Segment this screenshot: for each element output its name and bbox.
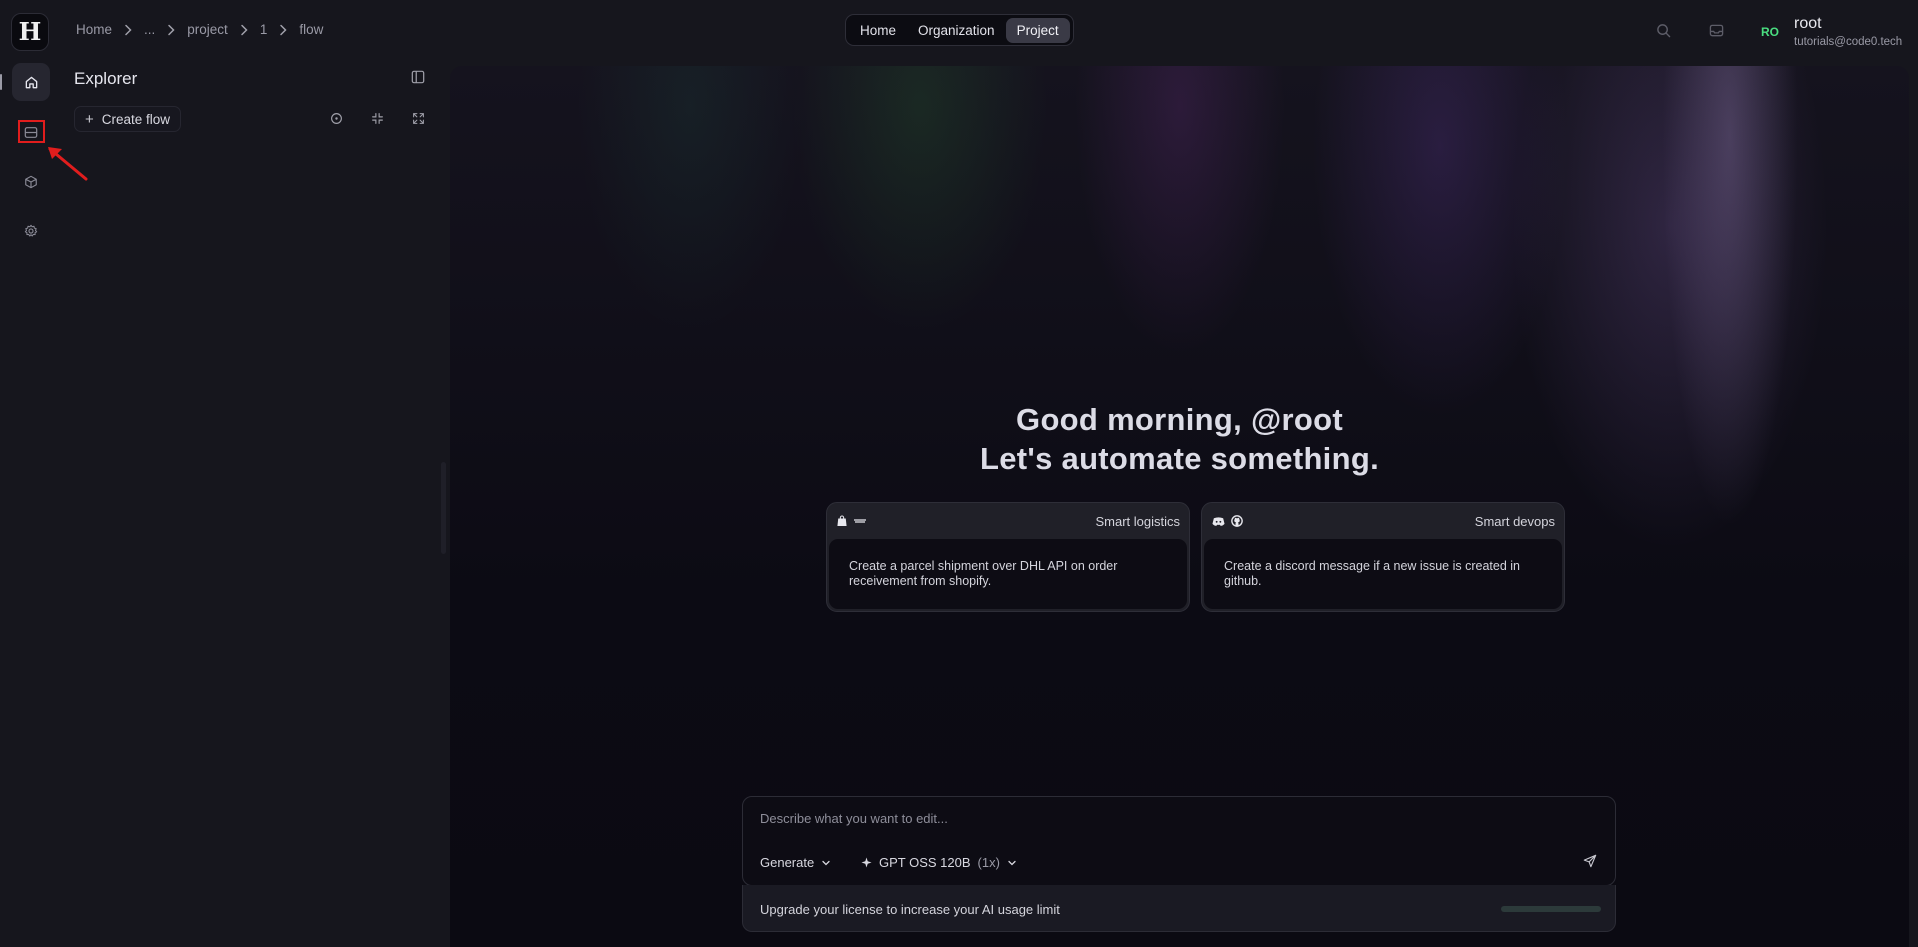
cube-icon (24, 175, 38, 189)
suggestion-card-logistics[interactable]: Smart logistics Create a parcel shipment… (826, 502, 1190, 612)
tab-project[interactable]: Project (1005, 17, 1070, 43)
expand-all-icon[interactable] (410, 110, 426, 126)
chevron-right-icon (157, 24, 185, 36)
user-name: root (1794, 15, 1822, 32)
search-icon[interactable] (1654, 21, 1672, 39)
active-rail-indicator (0, 74, 2, 90)
model-name: GPT OSS 120B (879, 855, 971, 870)
plus-icon: + (85, 110, 94, 128)
ai-prompt-box: Generate GPT OSS 120B (1x) (742, 796, 1616, 886)
card-label: Smart logistics (1095, 513, 1180, 529)
card-label: Smart devops (1474, 513, 1555, 529)
main-area: Good morning, @root Let's automate somet… (450, 66, 1909, 947)
tab-home[interactable]: Home (849, 18, 907, 43)
avatar[interactable]: RO (1757, 19, 1783, 45)
prompt-input[interactable] (760, 811, 1560, 826)
breadcrumb-ellipsis[interactable]: ... (142, 22, 157, 37)
suggestion-card-devops[interactable]: Smart devops Create a discord message if… (1201, 502, 1565, 612)
chevron-right-icon (269, 24, 297, 36)
shopify-icon (837, 515, 847, 527)
arrow-annotation-icon (44, 143, 90, 183)
breadcrumb-flow[interactable]: flow (297, 22, 325, 37)
discord-icon (1212, 516, 1225, 527)
greeting-line2: Let's automate something. (980, 441, 1379, 476)
chevron-right-icon (230, 24, 258, 36)
breadcrumb-project-id[interactable]: 1 (258, 22, 270, 37)
mode-label: Generate (760, 855, 815, 870)
dhl-icon (853, 517, 867, 525)
chevron-down-icon (821, 858, 831, 868)
sparkle-icon (861, 857, 872, 868)
model-multiplier: (1x) (977, 855, 1000, 870)
create-flow-label: Create flow (101, 111, 171, 127)
panel-resize-handle[interactable] (441, 462, 446, 554)
upgrade-text: Upgrade your license to increase your AI… (760, 902, 1060, 917)
highlight-box (18, 120, 45, 143)
sidebar-toggle-icon[interactable] (411, 70, 427, 86)
top-bar: H Home ... project 1 flow Home Organizat… (0, 0, 1918, 62)
github-icon (1231, 515, 1243, 527)
card-text: Create a discord message if a new issue … (1204, 539, 1562, 609)
home-icon (24, 75, 39, 90)
usage-progress-bar (1501, 906, 1601, 912)
inbox-icon[interactable] (1707, 21, 1725, 39)
nav-tabs: Home Organization Project (845, 14, 1074, 46)
create-flow-button[interactable]: + Create flow (74, 106, 182, 132)
card-text: Create a parcel shipment over DHL API on… (829, 539, 1187, 609)
mode-dropdown[interactable]: Generate (760, 855, 831, 870)
model-dropdown[interactable]: GPT OSS 120B (1x) (861, 855, 1017, 870)
collapse-all-icon[interactable] (369, 110, 385, 126)
locate-icon[interactable] (328, 110, 344, 126)
breadcrumb-home[interactable]: Home (74, 22, 114, 37)
tab-organization[interactable]: Organization (907, 18, 1006, 43)
app-logo[interactable]: H (11, 13, 49, 51)
send-icon[interactable] (1583, 854, 1597, 868)
sidebar-item-settings[interactable] (12, 212, 50, 250)
user-email: tutorials@code0.tech (1794, 36, 1903, 48)
gear-icon (24, 224, 38, 238)
sidebar-item-home[interactable] (12, 63, 50, 101)
chevron-right-icon (114, 24, 142, 36)
breadcrumb: Home ... project 1 flow (74, 22, 325, 37)
explorer-title: Explorer (74, 69, 138, 88)
logo-letter: H (18, 17, 42, 46)
breadcrumb-project[interactable]: project (185, 22, 230, 37)
upgrade-banner: Upgrade your license to increase your AI… (742, 885, 1616, 932)
greeting-line1: Good morning, @root (1016, 402, 1343, 437)
chevron-down-icon (1007, 858, 1017, 868)
